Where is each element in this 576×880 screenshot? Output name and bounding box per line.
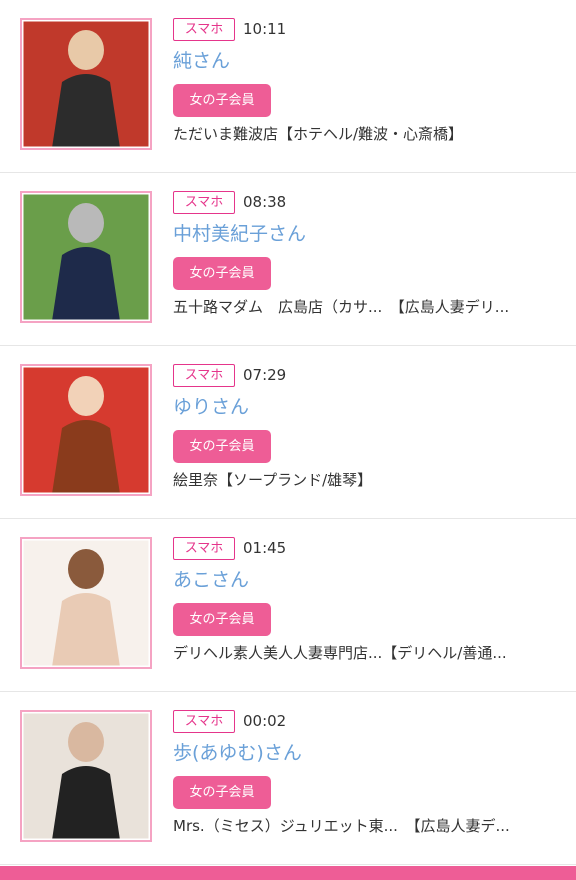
device-badge: スマホ (173, 537, 235, 560)
list-item[interactable]: スマホ 07:29 ゆりさん 女の子会員 絵里奈【ソープランド/雄琴】 (0, 346, 576, 519)
photo-placeholder (22, 539, 150, 667)
photo-placeholder (22, 20, 150, 148)
list-item[interactable]: スマホ 00:02 歩(あゆむ)さん 女の子会員 Mrs.（ミセス）ジュリエット… (0, 692, 576, 865)
device-badge: スマホ (173, 364, 235, 387)
shop-info[interactable]: 絵里奈【ソープランド/雄琴】 (173, 468, 553, 492)
profile-thumbnail[interactable] (20, 710, 152, 842)
post-time: 10:11 (243, 20, 287, 38)
shop-info[interactable]: デリヘル素人美人人妻専門店...【デリヘル/善通... (173, 641, 553, 665)
shop-info[interactable]: Mrs.（ミセス）ジュリエット東... 【広島人妻デ... (173, 814, 553, 838)
member-badge: 女の子会員 (173, 84, 271, 117)
member-badge: 女の子会員 (173, 257, 271, 290)
photo-placeholder (22, 712, 150, 840)
post-time: 07:29 (243, 366, 287, 384)
girl-name-link[interactable]: 中村美紀子さん (173, 221, 306, 247)
girl-name-link[interactable]: 歩(あゆむ)さん (173, 740, 302, 766)
device-badge: スマホ (173, 18, 235, 41)
girl-name-link[interactable]: ゆりさん (173, 394, 249, 420)
shop-info[interactable]: ただいま難波店【ホテヘル/難波・心斎橋】 (173, 122, 553, 146)
bottom-section-bar[interactable] (0, 866, 576, 880)
profile-thumbnail[interactable] (20, 364, 152, 496)
device-badge: スマホ (173, 710, 235, 733)
shop-info[interactable]: 五十路マダム 広島店（カサ... 【広島人妻デリ... (173, 295, 553, 319)
photo-placeholder (22, 193, 150, 321)
profile-thumbnail[interactable] (20, 191, 152, 323)
post-time: 00:02 (243, 712, 287, 730)
list-item[interactable]: スマホ 08:38 中村美紀子さん 女の子会員 五十路マダム 広島店（カサ...… (0, 173, 576, 346)
post-time: 01:45 (243, 539, 287, 557)
photo-placeholder (22, 366, 150, 494)
list-item[interactable]: スマホ 01:45 あこさん 女の子会員 デリヘル素人美人人妻専門店...【デリ… (0, 519, 576, 692)
device-badge: スマホ (173, 191, 235, 214)
member-badge: 女の子会員 (173, 430, 271, 463)
member-badge: 女の子会員 (173, 776, 271, 809)
member-badge: 女の子会員 (173, 603, 271, 636)
girl-name-link[interactable]: 純さん (173, 48, 230, 74)
post-time: 08:38 (243, 193, 287, 211)
profile-thumbnail[interactable] (20, 537, 152, 669)
girl-name-link[interactable]: あこさん (173, 567, 249, 593)
list-item[interactable]: スマホ 10:11 純さん 女の子会員 ただいま難波店【ホテヘル/難波・心斎橋】 (0, 0, 576, 173)
profile-thumbnail[interactable] (20, 18, 152, 150)
